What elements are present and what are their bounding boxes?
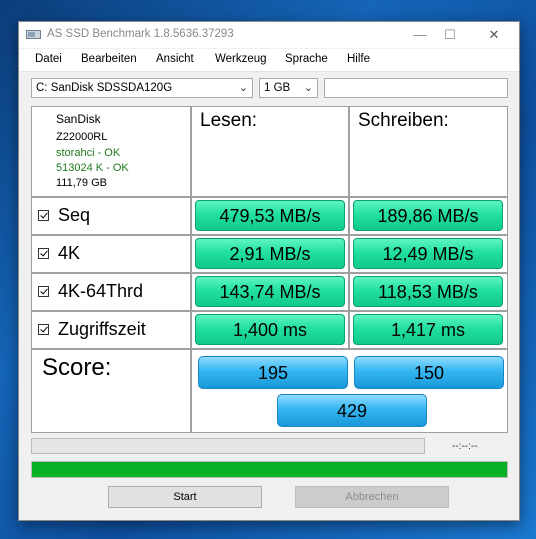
drive-info-panel: SanDisk Z22000RL storahci - OK 513024 K … — [31, 106, 191, 197]
seq-label: Seq — [58, 205, 91, 225]
4k64-write-result: 118,53 MB/s — [353, 276, 503, 307]
as-ssd-window: AS SSD Benchmark 1.8.5636.37293 — ☐ ✕ Da… — [18, 21, 520, 521]
score-label: Score: — [42, 354, 112, 381]
seq-row-label-cell[interactable]: Seq — [31, 197, 191, 235]
elapsed-time: --:--:-- — [452, 441, 478, 452]
menu-bar: Datei Bearbeiten Ansicht Werkzeug Sprach… — [19, 49, 519, 72]
size-select-value: 1 GB — [264, 82, 291, 94]
read-header-cell: Lesen: — [191, 106, 349, 197]
menu-sprache[interactable]: Sprache — [285, 53, 328, 65]
seq-write-result: 189,86 MB/s — [353, 200, 503, 231]
driver-status: storahci - OK — [56, 147, 121, 159]
access-read-cell: 1,400 ms — [191, 311, 349, 349]
menu-hilfe[interactable]: Hilfe — [347, 53, 370, 65]
chevron-down-icon: ⌄ — [238, 82, 248, 94]
score-total: 429 — [277, 394, 427, 427]
abort-button[interactable]: Abbrechen — [295, 486, 449, 508]
drive-vendor: SanDisk — [56, 112, 101, 126]
4k-checkbox[interactable] — [38, 248, 49, 259]
menu-datei[interactable]: Datei — [35, 53, 62, 65]
title-bar[interactable]: AS SSD Benchmark 1.8.5636.37293 — ☐ ✕ — [19, 22, 519, 48]
total-progress-fill — [32, 462, 507, 477]
test-progress-bar — [31, 438, 425, 454]
menu-ansicht[interactable]: Ansicht — [156, 53, 194, 65]
chevron-down-icon: ⌄ — [303, 82, 313, 94]
seq-checkbox[interactable] — [38, 210, 49, 221]
4k-write-result: 12,49 MB/s — [353, 238, 503, 269]
4k-row-label-cell[interactable]: 4K — [31, 235, 191, 273]
seq-read-result: 479,53 MB/s — [195, 200, 345, 231]
total-progress-bar — [31, 461, 508, 478]
menu-bearbeiten[interactable]: Bearbeiten — [81, 53, 137, 65]
drive-select-value: C: SanDisk SDSSDA120G — [36, 82, 173, 94]
close-button[interactable]: ✕ — [471, 22, 517, 48]
access-write-result: 1,417 ms — [353, 314, 503, 345]
4k-read-cell: 2,91 MB/s — [191, 235, 349, 273]
drive-select[interactable]: C: SanDisk SDSSDA120G ⌄ — [31, 78, 253, 98]
access-label: Zugriffszeit — [58, 319, 146, 339]
write-header: Schreiben: — [358, 110, 449, 131]
seq-read-cell: 479,53 MB/s — [191, 197, 349, 235]
4k-write-cell: 12,49 MB/s — [349, 235, 508, 273]
menu-werkzeug[interactable]: Werkzeug — [215, 53, 267, 65]
alignment-status: 513024 K - OK — [56, 162, 129, 174]
app-icon — [26, 30, 41, 39]
window-title: AS SSD Benchmark 1.8.5636.37293 — [47, 28, 234, 40]
read-header: Lesen: — [200, 110, 258, 131]
4k64-checkbox[interactable] — [38, 286, 49, 297]
search-input[interactable] — [324, 78, 508, 98]
write-header-cell: Schreiben: — [349, 106, 508, 197]
access-read-result: 1,400 ms — [195, 314, 345, 345]
score-read: 195 — [198, 356, 348, 389]
start-button[interactable]: Start — [108, 486, 262, 508]
maximize-button[interactable]: ☐ — [427, 22, 473, 48]
access-row-label-cell[interactable]: Zugriffszeit — [31, 311, 191, 349]
4k64-label: 4K-64Thrd — [58, 281, 144, 301]
4k-read-result: 2,91 MB/s — [195, 238, 345, 269]
4k64-read-cell: 143,74 MB/s — [191, 273, 349, 311]
drive-capacity: 111,79 GB — [56, 177, 107, 189]
score-label-cell: Score: — [31, 349, 191, 433]
4k64-write-cell: 118,53 MB/s — [349, 273, 508, 311]
seq-write-cell: 189,86 MB/s — [349, 197, 508, 235]
access-write-cell: 1,417 ms — [349, 311, 508, 349]
drive-firmware: Z22000RL — [56, 131, 108, 143]
size-select[interactable]: 1 GB ⌄ — [259, 78, 318, 98]
4k64-row-label-cell[interactable]: 4K-64Thrd — [31, 273, 191, 311]
4k64-read-result: 143,74 MB/s — [195, 276, 345, 307]
score-write: 150 — [354, 356, 504, 389]
access-checkbox[interactable] — [38, 324, 49, 335]
4k-label: 4K — [58, 243, 81, 263]
score-values-cell: 195 150 429 — [191, 349, 508, 433]
